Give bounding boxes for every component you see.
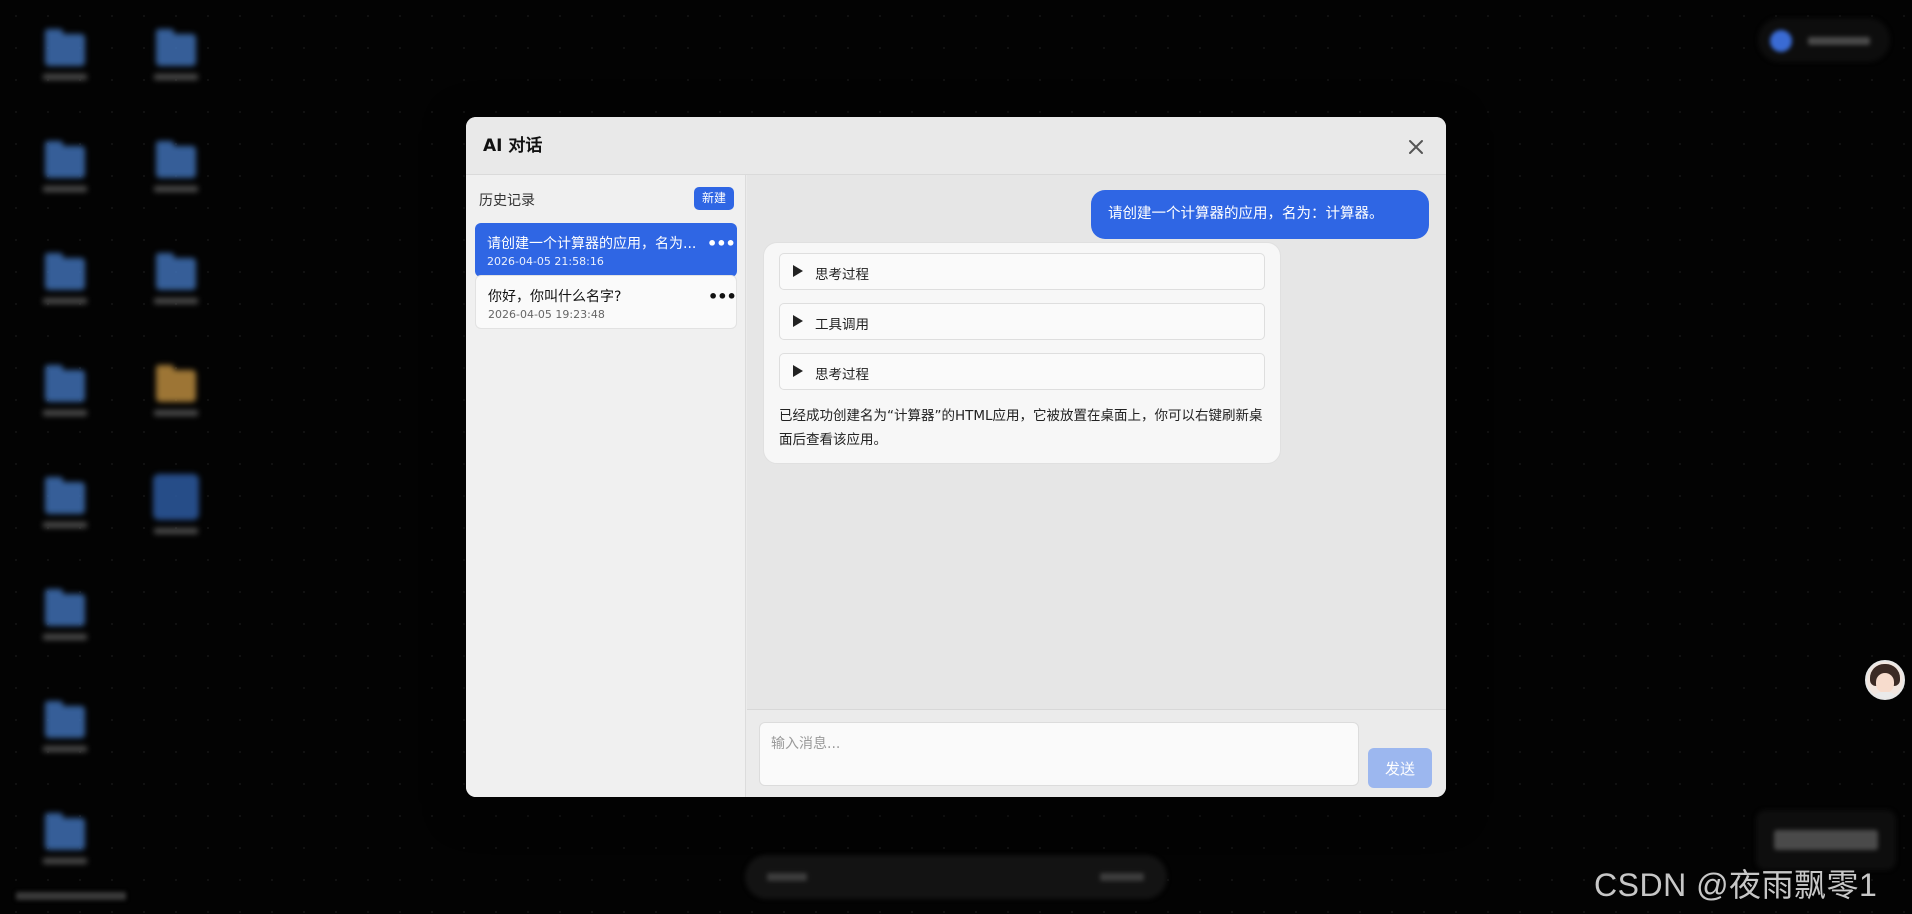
close-icon[interactable] [1404, 135, 1428, 159]
conversation-date: 2026-04-05 19:23:48 [488, 308, 605, 321]
thinking-process-toggle[interactable]: 思考过程 [779, 253, 1265, 290]
composer: 发送 [747, 709, 1446, 797]
user-message: 请创建一个计算器的应用，名为：计算器。 [1091, 190, 1429, 239]
chat-messages: 请创建一个计算器的应用，名为：计算器。 思考过程 工具调用 思考过程 已经成功创… [747, 175, 1446, 709]
expand-triangle-icon [793, 315, 803, 327]
ai-chat-dialog: AI 对话 历史记录 新建 请创建一个计算器的应用，名为... 2026-04-… [466, 117, 1446, 797]
conversation-item[interactable]: 请创建一个计算器的应用，名为... 2026-04-05 21:58:16 ••… [475, 223, 737, 277]
watermark: CSDN @夜雨飘零1 [1594, 867, 1878, 903]
desktop-folder-icon [25, 365, 105, 416]
conversation-title: 你好，你叫什么名字? [488, 289, 622, 305]
assistant-avatar-icon[interactable] [1865, 660, 1905, 700]
tool-call-toggle[interactable]: 工具调用 [779, 303, 1265, 340]
desktop-hint [16, 892, 126, 900]
user-chip [1758, 18, 1890, 62]
history-sidebar: 历史记录 新建 请创建一个计算器的应用，名为... 2026-04-05 21:… [466, 175, 746, 797]
desktop-folder-icon [25, 141, 105, 192]
assistant-message-text: 已经成功创建名为“计算器”的HTML应用，它被放置在桌面上，你可以右键刷新桌面后… [779, 408, 1263, 448]
step-label: 思考过程 [815, 267, 869, 283]
conversation-date: 2026-04-05 21:58:16 [487, 255, 604, 268]
conversation-title: 请创建一个计算器的应用，名为... [487, 236, 697, 252]
new-conversation-button[interactable]: 新建 [694, 187, 734, 210]
desktop-folder-icon [25, 29, 105, 80]
desktop-folder-icon [136, 365, 216, 416]
desktop-folder-icon [25, 253, 105, 304]
more-icon[interactable]: ••• [707, 236, 736, 253]
desktop-folder-icon [25, 813, 105, 864]
dialog-title: AI 对话 [483, 136, 543, 156]
more-icon[interactable]: ••• [708, 289, 737, 306]
conversation-item[interactable]: 你好，你叫什么名字? 2026-04-05 19:23:48 ••• [475, 275, 737, 329]
send-button[interactable]: 发送 [1368, 748, 1432, 788]
desktop-folder-icon [25, 477, 105, 528]
dialog-header: AI 对话 [466, 117, 1446, 175]
desktop-folder-icon [25, 589, 105, 640]
step-label: 思考过程 [815, 367, 869, 383]
thinking-process-toggle[interactable]: 思考过程 [779, 353, 1265, 390]
history-title: 历史记录 [479, 193, 535, 209]
desktop-folder-icon [136, 29, 216, 80]
expand-triangle-icon [793, 265, 803, 277]
step-label: 工具调用 [815, 317, 869, 333]
taskbar [745, 855, 1167, 899]
assistant-message: 思考过程 工具调用 思考过程 已经成功创建名为“计算器”的HTML应用，它被放置… [763, 242, 1281, 464]
desktop-folder-icon [25, 701, 105, 752]
desktop-folder-icon [136, 141, 216, 192]
desktop-app-icon [136, 474, 216, 534]
message-input[interactable] [759, 722, 1359, 786]
expand-triangle-icon [793, 365, 803, 377]
desktop-folder-icon [136, 253, 216, 304]
